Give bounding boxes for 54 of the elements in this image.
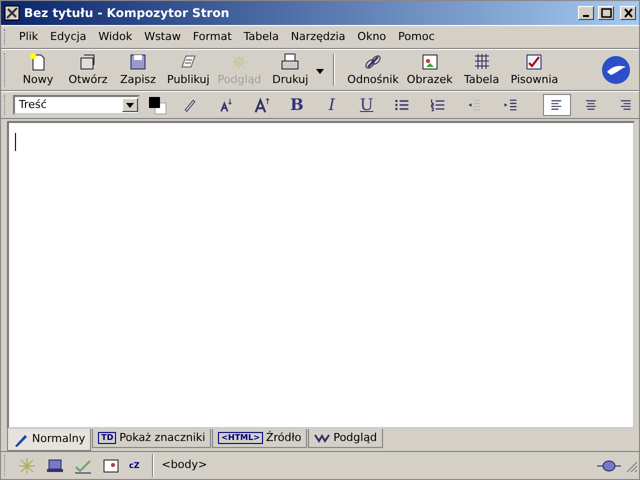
- menu-item[interactable]: Narzędzia: [284, 26, 352, 48]
- toolbar-button[interactable]: Pisownia: [506, 50, 562, 90]
- color-swatch-icon: [148, 96, 168, 116]
- menu-item[interactable]: Format: [186, 26, 238, 48]
- app-icon: [4, 5, 20, 21]
- printer-icon: [280, 52, 300, 72]
- tag-path[interactable]: <body>: [162, 457, 595, 474]
- window-title: Bez tytułu - Kompozytor Stron: [24, 5, 230, 22]
- menu-item[interactable]: Plik: [13, 26, 44, 48]
- menu-item[interactable]: Tabela: [238, 26, 285, 48]
- view-tab[interactable]: Normalny: [7, 429, 92, 451]
- view-tab[interactable]: TD Pokaż znaczniki: [92, 429, 212, 448]
- caret-icon: [124, 101, 135, 109]
- maximize-icon: [600, 7, 612, 19]
- view-tab[interactable]: Podgląd: [308, 429, 384, 448]
- tag-icon: <HTML>: [218, 432, 263, 444]
- toolbar-button[interactable]: Odnośnik: [343, 50, 403, 90]
- tab-label: Normalny: [32, 431, 86, 448]
- bird-logo: [601, 55, 631, 85]
- toolbar-button[interactable]: Drukuj: [265, 50, 316, 90]
- minimize-button[interactable]: [578, 6, 594, 20]
- picture-icon: [420, 52, 440, 72]
- sparkle-icon: [229, 52, 250, 72]
- toolbar-button[interactable]: Zapisz: [113, 50, 163, 90]
- maximize-button[interactable]: [598, 6, 614, 20]
- menu-item[interactable]: Pomoc: [392, 26, 441, 48]
- menu-item[interactable]: Wstaw: [138, 26, 187, 48]
- text-cursor: [15, 133, 16, 151]
- minimize-icon: [583, 15, 589, 17]
- sun-icon: [17, 456, 37, 476]
- close-icon: [622, 7, 634, 19]
- tab-label: Pokaż znaczniki: [119, 430, 206, 446]
- tab-label: Podgląd: [333, 430, 378, 446]
- toolbar-button[interactable]: Publikuj: [163, 50, 214, 90]
- toolbar-button[interactable]: Nowy: [13, 50, 63, 90]
- style-value: Treść: [18, 96, 47, 113]
- toolbar-button[interactable]: Otwórz: [63, 50, 113, 90]
- paragraph-style-select[interactable]: Treść: [12, 95, 140, 115]
- font-larger-icon: [254, 95, 270, 115]
- align-left-button[interactable]: [543, 94, 571, 116]
- tab-label: Źródło: [266, 430, 302, 446]
- toolbar-button[interactable]: Tabela: [456, 50, 507, 90]
- menu-item[interactable]: Okno: [351, 26, 392, 48]
- tag-icon: TD: [98, 432, 116, 444]
- toolbar-button[interactable]: Obrazek: [402, 50, 457, 90]
- close-button[interactable]: [620, 6, 636, 20]
- bold-button[interactable]: B: [284, 94, 310, 116]
- underline-button[interactable]: U: [353, 94, 380, 116]
- caret-icon: [315, 66, 326, 75]
- view-tab[interactable]: <HTML> Źródło: [212, 429, 308, 448]
- menu-item[interactable]: Edycja: [44, 26, 92, 48]
- spelling-button[interactable]: cZ: [129, 460, 140, 470]
- menu-item[interactable]: Widok: [92, 26, 138, 48]
- italic-button[interactable]: I: [318, 94, 346, 116]
